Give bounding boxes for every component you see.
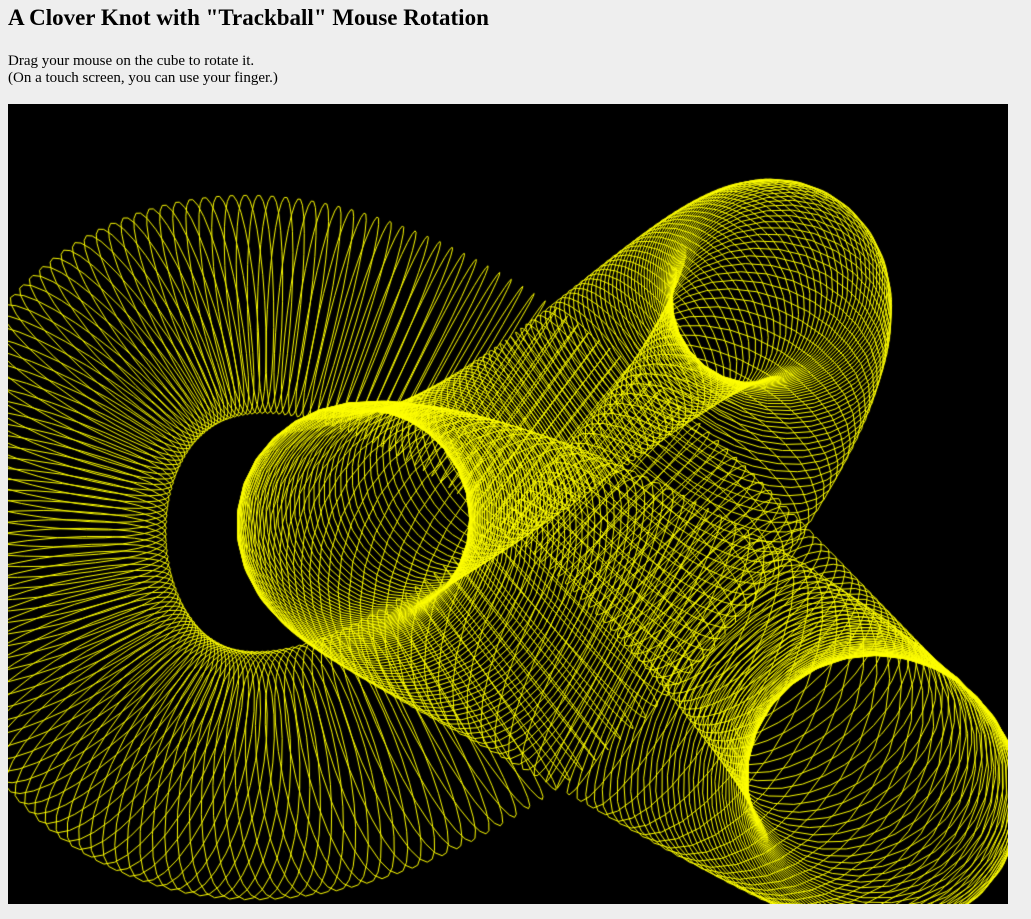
instruction-line-2: (On a touch screen, you can use your fin… <box>8 70 278 86</box>
clover-knot-canvas[interactable] <box>8 104 1008 904</box>
page-title: A Clover Knot with "Trackball" Mouse Rot… <box>8 5 489 30</box>
instructions: Drag your mouse on the cube to rotate it… <box>8 53 278 87</box>
instruction-line-1: Drag your mouse on the cube to rotate it… <box>8 53 255 69</box>
knot-canvas-area[interactable] <box>8 104 1008 904</box>
